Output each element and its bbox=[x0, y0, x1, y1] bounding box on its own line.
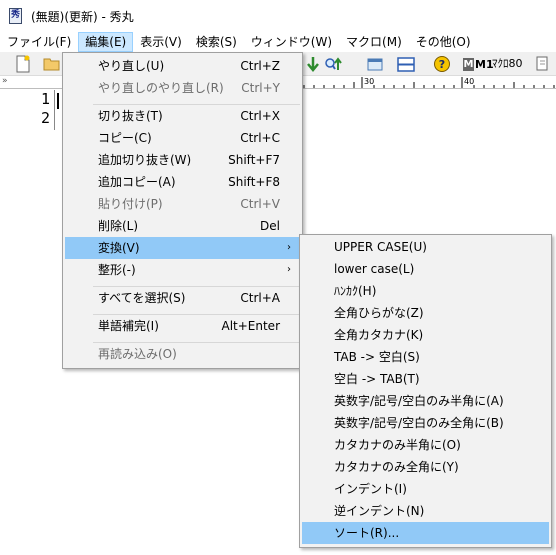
menu-window[interactable]: ウィンドウ(W) bbox=[244, 32, 339, 52]
svg-text:?: ? bbox=[439, 58, 445, 71]
menu-macro[interactable]: マクロ(M) bbox=[339, 32, 409, 52]
menu-view[interactable]: 表示(V) bbox=[133, 32, 189, 52]
convert-submenu: UPPER CASE(U) lower case(L) ﾊﾝｶｸ(H) 全角ひら… bbox=[299, 234, 552, 548]
find-replace-icon[interactable] bbox=[535, 55, 553, 73]
ruler-mark-40: 40 bbox=[464, 77, 475, 86]
menu-item-cut[interactable]: 切り抜き(T) Ctrl+X bbox=[65, 105, 300, 127]
menu-item-copy[interactable]: コピー(C) Ctrl+C bbox=[65, 127, 300, 149]
menu-edit[interactable]: 編集(E) bbox=[78, 32, 134, 52]
submenu-item-zenkaku-katakana[interactable]: 全角カタカナ(K) bbox=[302, 324, 549, 346]
submenu-item-space-to-tab[interactable]: 空白 -> TAB(T) bbox=[302, 368, 549, 390]
menu-other[interactable]: その他(O) bbox=[409, 32, 478, 52]
menu-item-paste[interactable]: 貼り付け(P) Ctrl+V bbox=[65, 193, 300, 215]
submenu-item-katakana-to-zenkaku[interactable]: カタカナのみ全角に(Y) bbox=[302, 456, 549, 478]
macro80-icon[interactable]: ﾏｸﾛ80 bbox=[492, 56, 523, 72]
menu-item-append-cut[interactable]: 追加切り抜き(W) Shift+F7 bbox=[65, 149, 300, 171]
menu-item-append-copy[interactable]: 追加コピー(A) Shift+F8 bbox=[65, 171, 300, 193]
submenu-item-upper-case[interactable]: UPPER CASE(U) bbox=[302, 236, 549, 258]
menu-item-redo[interactable]: やり直しのやり直し(R) Ctrl+Y bbox=[65, 77, 300, 99]
gutter-divider bbox=[54, 90, 55, 130]
menu-item-word-completion[interactable]: 単語補完(I) Alt+Enter bbox=[65, 315, 300, 337]
submenu-item-tab-to-space[interactable]: TAB -> 空白(S) bbox=[302, 346, 549, 368]
submenu-item-hankaku[interactable]: ﾊﾝｶｸ(H) bbox=[302, 280, 549, 302]
menu-item-reload[interactable]: 再読み込み(O) bbox=[65, 343, 300, 365]
window-title: (無題)(更新) - 秀丸 bbox=[31, 9, 134, 24]
line-number-gutter: 1 2 bbox=[0, 90, 54, 555]
menu-item-select-all[interactable]: すべてを選択(S) Ctrl+A bbox=[65, 287, 300, 309]
down-arrow-icon[interactable] bbox=[304, 55, 322, 73]
menu-item-format[interactable]: 整形(-) › bbox=[65, 259, 300, 281]
submenu-item-alnum-to-hankaku[interactable]: 英数字/記号/空白のみ半角に(A) bbox=[302, 390, 549, 412]
menu-search[interactable]: 検索(S) bbox=[189, 32, 244, 52]
menu-item-delete[interactable]: 削除(L) Del bbox=[65, 215, 300, 237]
submenu-item-alnum-to-zenkaku[interactable]: 英数字/記号/空白のみ全角に(B) bbox=[302, 412, 549, 434]
window-icon[interactable] bbox=[366, 55, 384, 73]
title-bar: 秀 (無題)(更新) - 秀丸 bbox=[0, 0, 556, 32]
submenu-item-sort[interactable]: ソート(R)... bbox=[302, 522, 549, 544]
search-next-icon[interactable] bbox=[324, 55, 342, 73]
new-file-icon[interactable] bbox=[14, 55, 32, 73]
text-caret bbox=[57, 93, 59, 109]
menu-bar: ファイル(F) 編集(E) 表示(V) 検索(S) ウィンドウ(W) マクロ(M… bbox=[0, 32, 556, 52]
split-window-icon[interactable] bbox=[397, 55, 415, 73]
open-folder-icon[interactable] bbox=[43, 55, 61, 73]
submenu-item-zenkaku-hiragana[interactable]: 全角ひらがな(Z) bbox=[302, 302, 549, 324]
help-icon[interactable]: ? bbox=[433, 55, 451, 73]
ruler-mark-30: 30 bbox=[364, 77, 375, 86]
hidemaru-app-icon[interactable]: 秀 bbox=[8, 8, 24, 24]
submenu-item-indent[interactable]: インデント(I) bbox=[302, 478, 549, 500]
submenu-arrow-icon: › bbox=[287, 242, 291, 253]
menu-item-undo[interactable]: やり直し(U) Ctrl+Z bbox=[65, 55, 300, 77]
line-number: 1 bbox=[40, 90, 50, 108]
menu-file[interactable]: ファイル(F) bbox=[0, 32, 78, 52]
menu-item-convert[interactable]: 変換(V) › bbox=[65, 237, 300, 259]
macro-m1-icon[interactable]: M M1 bbox=[463, 56, 494, 72]
submenu-item-katakana-to-hankaku[interactable]: カタカナのみ半角に(O) bbox=[302, 434, 549, 456]
line-number: 2 bbox=[40, 109, 50, 127]
submenu-arrow-icon: › bbox=[287, 264, 291, 275]
submenu-item-unindent[interactable]: 逆インデント(N) bbox=[302, 500, 549, 522]
edit-menu-dropdown: やり直し(U) Ctrl+Z やり直しのやり直し(R) Ctrl+Y 切り抜き(… bbox=[62, 52, 303, 369]
submenu-item-lower-case[interactable]: lower case(L) bbox=[302, 258, 549, 280]
